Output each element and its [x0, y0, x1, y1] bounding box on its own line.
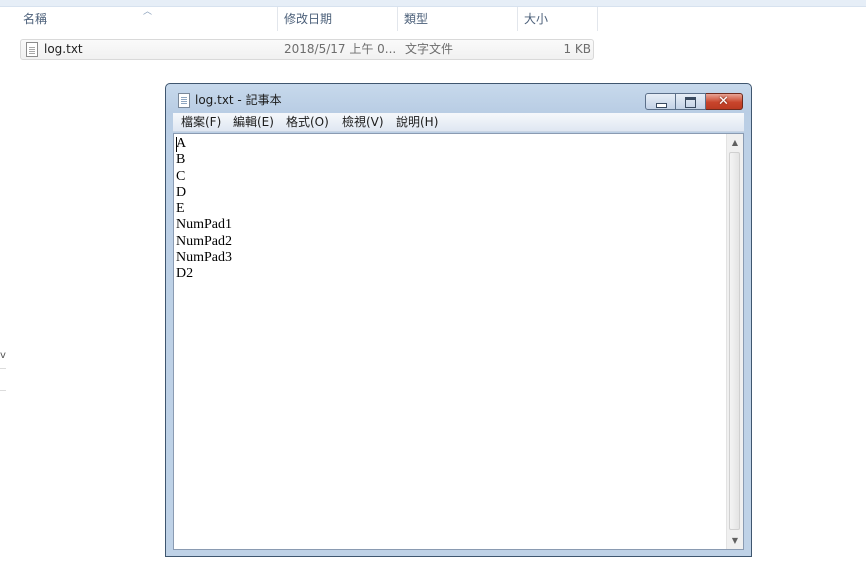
scroll-down-icon[interactable]: ▼ [727, 532, 743, 549]
menu-view[interactable]: 檢視(V) [342, 113, 384, 131]
column-separator[interactable] [517, 7, 518, 31]
navigation-pane-edge-text: v [0, 350, 6, 361]
column-header-modified[interactable]: 修改日期 [280, 7, 397, 31]
column-separator[interactable] [277, 7, 278, 31]
column-separator[interactable] [397, 7, 398, 31]
minimize-button[interactable] [645, 93, 676, 110]
text-line: D2 [176, 266, 194, 282]
close-button[interactable]: ✕ [706, 93, 743, 110]
window-title: log.txt - 記事本 [195, 93, 282, 107]
file-row-log-txt[interactable]: log.txt 2018/5/17 上午 0... 文字文件 1 KB [20, 39, 594, 60]
editor-content: A B C D E NumPad1 NumPad2 NumPad3 D2 [176, 136, 232, 283]
file-size: 1 KB [563, 42, 591, 56]
explorer-toolbar-strip [0, 0, 866, 7]
text-line: NumPad3 [176, 250, 232, 266]
text-file-icon [26, 42, 38, 57]
file-type: 文字文件 [405, 42, 454, 56]
vertical-scrollbar[interactable]: ▲ ▼ [726, 134, 743, 549]
text-line: A [176, 136, 187, 151]
menu-file[interactable]: 檔案(F) [181, 113, 221, 131]
maximize-button[interactable] [676, 93, 706, 110]
column-separator[interactable] [597, 7, 598, 31]
notepad-icon[interactable] [178, 93, 190, 108]
desktop: 名稱 ︿ 修改日期 類型 大小 log.txt 2018/5/17 上午 0..… [0, 0, 866, 568]
scroll-thumb[interactable] [729, 152, 740, 530]
scroll-up-icon[interactable]: ▲ [727, 134, 743, 151]
menu-edit[interactable]: 編輯(E) [233, 113, 274, 131]
notepad-window[interactable]: log.txt - 記事本 ✕ 檔案(F) 編輯(E) 格式(O) 檢視(V) … [165, 83, 752, 557]
text-line: NumPad1 [176, 217, 232, 233]
navigation-pane-edge [0, 368, 6, 391]
column-header-size[interactable]: 大小 [520, 7, 597, 31]
column-header-size-label: 大小 [524, 12, 549, 26]
sort-ascending-icon: ︿ [143, 7, 153, 17]
menu-help[interactable]: 說明(H) [396, 113, 438, 131]
file-name: log.txt [44, 42, 83, 56]
text-editor[interactable]: A B C D E NumPad1 NumPad2 NumPad3 D2 ▲ ▼ [173, 133, 744, 550]
menu-format[interactable]: 格式(O) [286, 113, 329, 131]
minimize-icon [656, 103, 667, 108]
close-icon: ✕ [718, 94, 729, 109]
text-line: E [176, 201, 185, 217]
maximize-icon [685, 97, 696, 108]
column-header-name-label: 名稱 [23, 12, 48, 26]
column-header-type-label: 類型 [404, 12, 429, 26]
text-line: B [176, 152, 186, 168]
column-header-type[interactable]: 類型 [400, 7, 517, 31]
text-line: C [176, 168, 186, 184]
menu-bar: 檔案(F) 編輯(E) 格式(O) 檢視(V) 說明(H) [173, 113, 744, 132]
column-header-modified-label: 修改日期 [284, 12, 333, 26]
file-modified: 2018/5/17 上午 0... [284, 42, 397, 56]
text-line: D [176, 184, 187, 200]
text-line: NumPad2 [176, 233, 232, 249]
text-caret [176, 137, 177, 152]
